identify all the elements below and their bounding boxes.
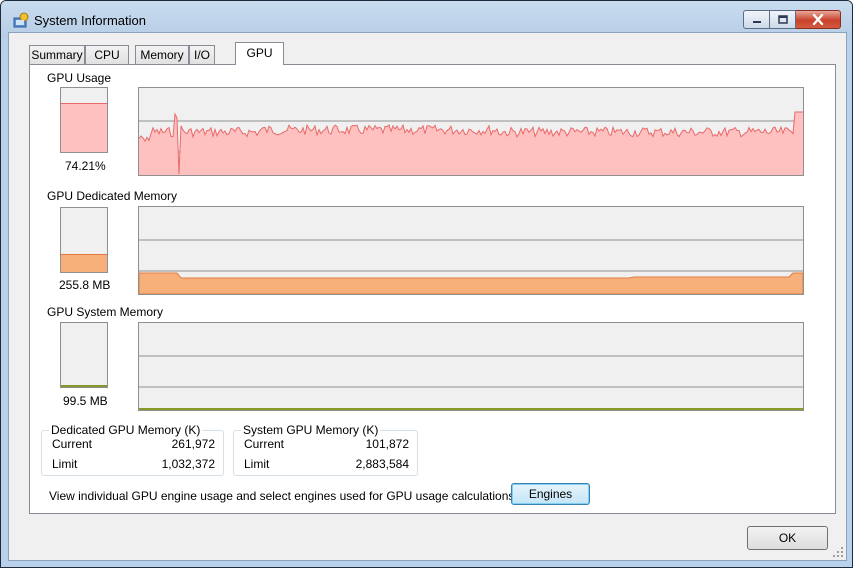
gpu-system-memory-meter [60,322,108,388]
dedicated-gpu-memory-title: Dedicated GPU Memory (K) [49,423,203,437]
maximize-icon [777,15,788,24]
gpu-dedicated-memory-meter-fill [61,254,107,272]
close-icon [812,14,824,25]
system-limit-value: 2,883,584 [355,457,409,471]
system-gpu-memory-group: System GPU Memory (K) Current 101,872 Li… [233,423,418,476]
gpu-dedicated-memory-meter [60,207,108,273]
system-information-icon [13,12,29,28]
dedicated-current-value: 261,972 [171,437,215,451]
minimize-icon [752,20,761,23]
gpu-usage-meter-fill [61,103,107,152]
tab-summary[interactable]: Summary [29,45,85,64]
tab-io[interactable]: I/O [189,45,215,64]
gpu-usage-label: GPU Usage [47,71,112,85]
gpu-dedicated-memory-history-area [139,272,803,294]
engines-description: View individual GPU engine usage and sel… [49,489,518,503]
dedicated-current-label: Current [52,437,93,451]
system-current-row: Current 101,872 [244,437,409,451]
gpu-system-memory-value: 99.5 MB [63,394,108,408]
gpu-dedicated-memory-label: GPU Dedicated Memory [47,189,178,203]
engines-button[interactable]: Engines [511,483,590,505]
gpu-system-memory-meter-fill [61,385,107,387]
gpu-dedicated-memory-graph [138,206,804,295]
gpu-dedicated-memory-value: 255.8 MB [59,278,111,292]
dedicated-current-row: Current 261,972 [52,437,215,451]
gpu-usage-meter [60,87,108,153]
dedicated-limit-label: Limit [52,457,78,471]
system-limit-row: Limit 2,883,584 [244,457,409,471]
gpu-usage-graph [138,87,804,176]
tab-memory[interactable]: Memory [135,45,189,64]
dedicated-limit-row: Limit 1,032,372 [52,457,215,471]
gpu-system-memory-graph [138,322,804,411]
gpu-system-memory-label: GPU System Memory [47,305,164,319]
close-button[interactable] [796,10,841,29]
gpu-usage-value: 74.21% [65,159,106,173]
gpu-tab-panel: GPU Usage 74.21% GPU Dedicated Memory 25… [29,64,836,514]
resize-grip-icon[interactable] [832,546,844,558]
ok-button[interactable]: OK [747,526,828,550]
gpu-system-memory-history-line [139,408,803,410]
dialog-client-area: Summary CPU Memory I/O GPU GPU Usage 74.… [8,32,847,561]
dedicated-gpu-memory-group: Dedicated GPU Memory (K) Current 261,972… [41,423,224,476]
system-information-window: System Information Summary CPU Memory I/… [0,0,853,568]
window-title: System Information [34,13,146,28]
maximize-button[interactable] [770,10,796,29]
minimize-button[interactable] [743,10,770,29]
system-current-label: Current [244,437,285,451]
system-current-value: 101,872 [365,437,409,451]
tab-cpu[interactable]: CPU [85,45,129,64]
dedicated-limit-value: 1,032,372 [161,457,215,471]
system-limit-label: Limit [244,457,270,471]
system-gpu-memory-title: System GPU Memory (K) [241,423,381,437]
tab-gpu[interactable]: GPU [235,42,284,65]
